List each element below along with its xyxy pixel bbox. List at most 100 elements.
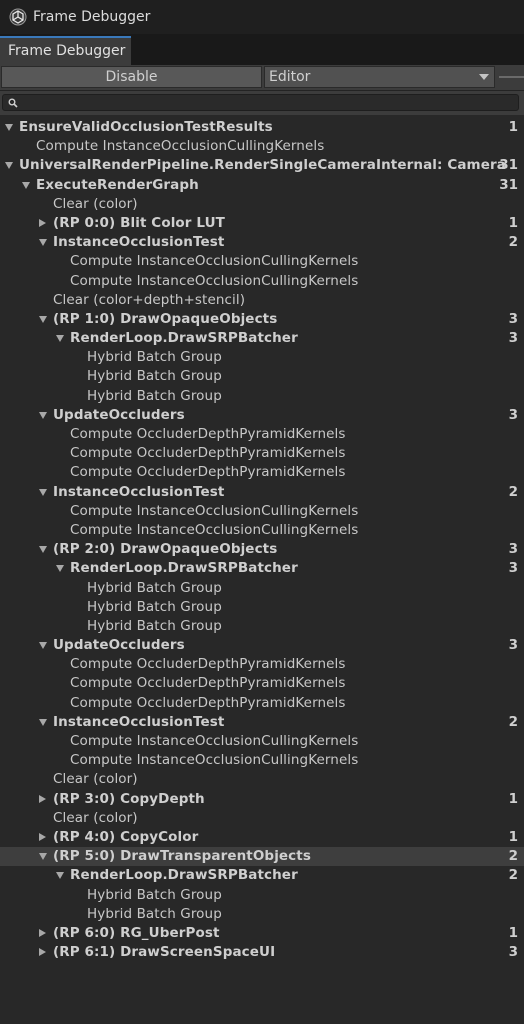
tree-row-label: (RP 2:0) DrawOpaqueObjects [53,541,278,558]
tree-row-label: Compute OccluderDepthPyramidKernels [70,426,346,442]
toolbar: Disable Editor [0,65,524,91]
tree-row[interactable]: Hybrid Batch Group [0,886,524,905]
tree-row[interactable]: (RP 0:0) Blit Color LUT 1 [0,214,524,233]
tab-frame-debugger[interactable]: Frame Debugger [0,36,131,65]
tree-row[interactable]: EnsureValidOcclusionTestResults 1 [0,118,524,137]
tree-row[interactable]: (RP 4:0) CopyColor 1 [0,828,524,847]
tree-row[interactable]: (RP 6:0) RG_UberPost 1 [0,924,524,943]
tree-row[interactable]: Hybrid Batch Group [0,367,524,386]
tree-row[interactable]: RenderLoop.DrawSRPBatcher 3 [0,329,524,348]
expanded-arrow-icon[interactable] [39,488,47,496]
tree-row-label: Hybrid Batch Group [87,598,222,615]
tree-row[interactable]: Hybrid Batch Group [0,598,524,617]
tree-row-label: Compute OccluderDepthPyramidKernels [70,445,346,462]
expanded-arrow-icon[interactable] [39,411,47,419]
tree-row[interactable]: Compute InstanceOcclusionCullingKernels [0,732,524,751]
tree-row-count: 2 [508,713,518,730]
tree-row-label: (RP 6:0) RG_UberPost [53,924,220,941]
tree-row[interactable]: Compute InstanceOcclusionCullingKernels [0,252,524,271]
search-input[interactable] [2,94,519,111]
tree-row[interactable]: (RP 5:0) DrawTransparentObjects 2 [0,847,524,867]
tree-row-label: Compute OccluderDepthPyramidKernels [70,675,346,692]
expanded-arrow-icon[interactable] [39,239,47,247]
tree-row-count: 1 [508,119,518,135]
tree-row-label: Clear (color) [53,771,138,788]
tree-row[interactable]: InstanceOcclusionTest 2 [0,233,524,252]
expanded-arrow-icon[interactable] [39,642,47,650]
collapsed-arrow-icon[interactable] [39,948,46,957]
tree-row[interactable]: RenderLoop.DrawSRPBatcher 3 [0,559,524,578]
tree-row[interactable]: RenderLoop.DrawSRPBatcher 2 [0,866,524,885]
expanded-arrow-icon[interactable] [22,181,30,189]
search-bar [0,91,524,115]
tree-row-label: RenderLoop.DrawSRPBatcher [70,867,298,884]
tree-row-count: 31 [499,157,518,174]
tree-row[interactable]: Compute OccluderDepthPyramidKernels [0,674,524,693]
tree-row[interactable]: Clear (color) [0,195,524,214]
tree-row-label: ExecuteRenderGraph [36,176,199,193]
tree-row[interactable]: (RP 6:1) DrawScreenSpaceUI 3 [0,943,524,962]
window-title: Frame Debugger [33,9,151,25]
tree-row-label: InstanceOcclusionTest [53,483,225,500]
unity-logo-icon [9,8,27,26]
tree-row[interactable]: InstanceOcclusionTest 2 [0,483,524,502]
tree-row[interactable]: Compute InstanceOcclusionCullingKernels [0,137,524,156]
tree-row-label: Compute OccluderDepthPyramidKernels [70,656,346,673]
tree-row[interactable]: Hybrid Batch Group [0,348,524,367]
expanded-arrow-icon[interactable] [56,872,64,880]
tree-row[interactable]: Compute InstanceOcclusionCullingKernels [0,751,524,770]
tree-row-label: (RP 0:0) Blit Color LUT [53,214,225,231]
tree-row-label: Clear (color) [53,809,138,826]
expanded-arrow-icon[interactable] [39,853,47,861]
expanded-arrow-icon[interactable] [56,335,64,343]
tree-row[interactable]: ExecuteRenderGraph 31 [0,176,524,195]
expanded-arrow-icon[interactable] [39,546,47,554]
expanded-arrow-icon[interactable] [5,124,13,131]
tree-row-label: EnsureValidOcclusionTestResults [19,119,273,135]
tree-row[interactable]: Compute OccluderDepthPyramidKernels [0,463,524,482]
tree-row-label: Clear (color+depth+stencil) [53,291,246,308]
expanded-arrow-icon[interactable] [5,162,13,170]
tree-row[interactable]: Compute InstanceOcclusionCullingKernels [0,272,524,291]
tree-row[interactable]: Compute OccluderDepthPyramidKernels [0,655,524,674]
collapsed-arrow-icon[interactable] [39,832,46,841]
tree-row[interactable]: Compute OccluderDepthPyramidKernels [0,694,524,713]
tree-row[interactable]: (RP 3:0) CopyDepth 1 [0,790,524,809]
tree-row-count: 3 [508,541,518,558]
tree-row-label: Hybrid Batch Group [87,617,222,634]
tree-row[interactable]: Compute OccluderDepthPyramidKernels [0,425,524,444]
tree-row[interactable]: Hybrid Batch Group [0,905,524,924]
tree-row[interactable]: UpdateOccluders 3 [0,406,524,425]
tree-row-count: 1 [508,214,518,231]
tree-row-label: Compute InstanceOcclusionCullingKernels [70,253,359,270]
collapsed-arrow-icon[interactable] [39,928,46,937]
tree-row-count: 1 [508,790,518,807]
tree-row[interactable]: UpdateOccluders 3 [0,636,524,655]
expanded-arrow-icon[interactable] [39,315,47,323]
tree-row[interactable]: Clear (color) [0,770,524,789]
tree-row[interactable]: Clear (color) [0,809,524,828]
expanded-arrow-icon[interactable] [56,565,64,573]
tree-row[interactable]: (RP 2:0) DrawOpaqueObjects 3 [0,540,524,559]
tree-row-count: 2 [508,483,518,500]
event-slider[interactable] [499,76,524,78]
tree-row[interactable]: UniversalRenderPipeline.RenderSingleCame… [0,156,524,175]
tree-row[interactable]: Compute OccluderDepthPyramidKernels [0,444,524,463]
tree-row-label: UpdateOccluders [53,637,185,654]
tree-row[interactable]: Hybrid Batch Group [0,579,524,598]
disable-button[interactable]: Disable [1,66,262,88]
collapsed-arrow-icon[interactable] [39,794,46,803]
target-dropdown[interactable]: Editor [264,66,495,88]
tree-row-label: Compute InstanceOcclusionCullingKernels [70,752,359,769]
tree-row[interactable]: Compute InstanceOcclusionCullingKernels [0,502,524,521]
collapsed-arrow-icon[interactable] [39,218,46,227]
tree-row[interactable]: Compute InstanceOcclusionCullingKernels [0,521,524,540]
tree-row[interactable]: (RP 1:0) DrawOpaqueObjects 3 [0,310,524,329]
dropdown-arrow-icon [479,74,489,80]
tree-row[interactable]: InstanceOcclusionTest 2 [0,713,524,732]
tree-row[interactable]: Hybrid Batch Group [0,387,524,406]
tree-row[interactable]: Hybrid Batch Group [0,617,524,636]
tree-row-label: UniversalRenderPipeline.RenderSingleCame… [19,157,506,174]
expanded-arrow-icon[interactable] [39,718,47,726]
tree-row[interactable]: Clear (color+depth+stencil) [0,291,524,310]
